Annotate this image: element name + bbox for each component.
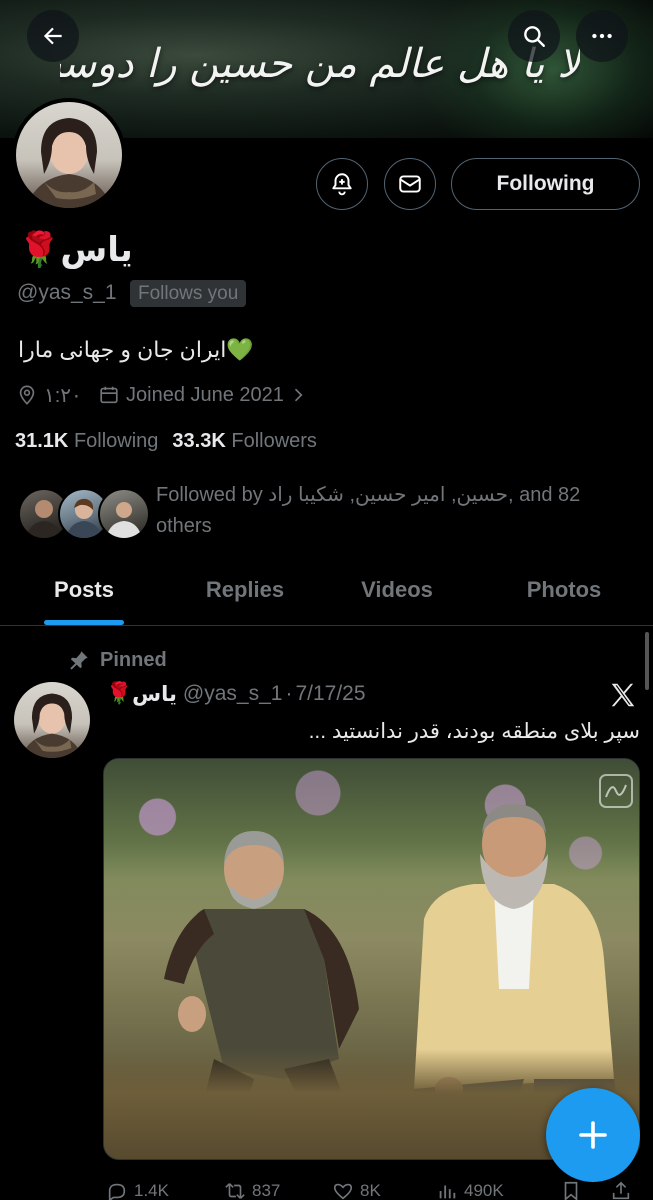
followed-by-avatars[interactable]: [18, 488, 150, 542]
compose-post-button[interactable]: [546, 1088, 640, 1182]
post-author-avatar[interactable]: [14, 682, 90, 758]
post-media-image[interactable]: [103, 758, 640, 1160]
search-button[interactable]: [508, 10, 560, 62]
location: ۱:۲۰: [16, 380, 82, 410]
tab-posts[interactable]: Posts: [36, 558, 132, 624]
arrow-left-icon: [43, 27, 62, 45]
views-chart-icon: [439, 1185, 456, 1199]
followed-by-text[interactable]: Followed by حسین, امیر حسین, شکیبا راد, …: [156, 480, 636, 542]
notification-bell-button[interactable]: [316, 158, 368, 210]
post-text: سپر بلای منطقه بودند، قدر ندانستید ...: [308, 720, 640, 743]
location-text: ۱:۲۰: [44, 384, 82, 407]
post-author-name[interactable]: یاس: [132, 682, 177, 707]
repost-button[interactable]: 837: [224, 1180, 280, 1200]
watermark-logo: [599, 774, 633, 808]
calendar-icon: [100, 386, 118, 404]
repost-count: 837: [252, 1181, 281, 1200]
reply-icon: [108, 1183, 126, 1200]
tab-replies[interactable]: Replies: [190, 558, 300, 624]
like-button[interactable]: 8K: [332, 1180, 381, 1200]
pinned-text: Pinned: [100, 648, 167, 671]
back-button[interactable]: [27, 10, 79, 62]
bookmark-button[interactable]: [560, 1180, 582, 1200]
follow-stats: 31.1K Following 33.3K Followers: [15, 428, 317, 454]
x-logo-icon: [611, 683, 635, 707]
envelope-icon: [399, 175, 421, 193]
user-handle: @yas_s_1: [17, 281, 117, 304]
followers-count: 33.3K: [172, 430, 226, 452]
follows-you-badge: Follows you: [130, 280, 247, 307]
heart-icon: [333, 1183, 353, 1200]
views-count: 490K: [464, 1181, 504, 1200]
name-emoji: 🌹: [18, 231, 61, 269]
share-icon: [612, 1181, 630, 1200]
post-author-emoji: 🌹: [106, 682, 133, 705]
profile-tabs: Posts Replies Videos Photos: [0, 558, 653, 626]
following-label: Following: [73, 430, 159, 452]
more-horizontal-icon: [592, 33, 612, 39]
share-button[interactable]: [610, 1180, 632, 1200]
location-pin-icon: [19, 385, 35, 405]
name-text: یاس: [60, 231, 133, 269]
reply-count: 1.4K: [134, 1181, 169, 1200]
join-date[interactable]: Joined June 2021: [98, 380, 308, 410]
profile-bio: ایران جان و جهانی مارا💚: [18, 337, 254, 362]
following-link[interactable]: 31.1K Following: [15, 430, 158, 452]
reply-button[interactable]: 1.4K: [106, 1180, 169, 1200]
tab-photos[interactable]: Photos: [508, 558, 620, 624]
post-author-handle[interactable]: @yas_s_1: [183, 682, 283, 706]
join-date-text: Joined June 2021: [126, 383, 284, 406]
following-button[interactable]: Following: [451, 158, 640, 210]
post-actions: 1.4K 837 8K 490K: [100, 1176, 640, 1200]
more-button[interactable]: [576, 10, 628, 62]
search-icon: [524, 26, 545, 47]
post-header: 🌹 یاس @yas_s_1 · 7/17/25: [106, 678, 366, 710]
repost-icon: [225, 1183, 245, 1199]
avatar: [98, 488, 150, 540]
profile-avatar[interactable]: [12, 98, 126, 212]
active-tab-indicator: [44, 620, 124, 625]
following-count: 31.1K: [15, 430, 69, 452]
plus-icon: [579, 1121, 607, 1149]
pin-icon: [70, 651, 88, 670]
followers-link[interactable]: 33.3K Followers: [172, 430, 317, 452]
like-count: 8K: [360, 1181, 381, 1200]
post-separator: ·: [285, 682, 293, 705]
followers-label: Followers: [231, 430, 317, 452]
bookmark-icon: [564, 1181, 578, 1200]
tab-videos[interactable]: Videos: [345, 558, 449, 624]
chevron-right-icon: [294, 388, 303, 402]
views-button[interactable]: 490K: [436, 1180, 504, 1200]
banner-calligraphy: لا یا هل عالم من حسین را دوست دارم: [60, 41, 580, 87]
avatar-image: [16, 102, 122, 208]
message-button[interactable]: [384, 158, 436, 210]
pinned-label: Pinned: [68, 646, 167, 674]
post-date[interactable]: 7/17/25: [295, 682, 365, 706]
display-name: 🌹یاس: [18, 228, 133, 272]
scrollbar[interactable]: [645, 632, 649, 690]
bell-plus-icon: [332, 173, 352, 196]
